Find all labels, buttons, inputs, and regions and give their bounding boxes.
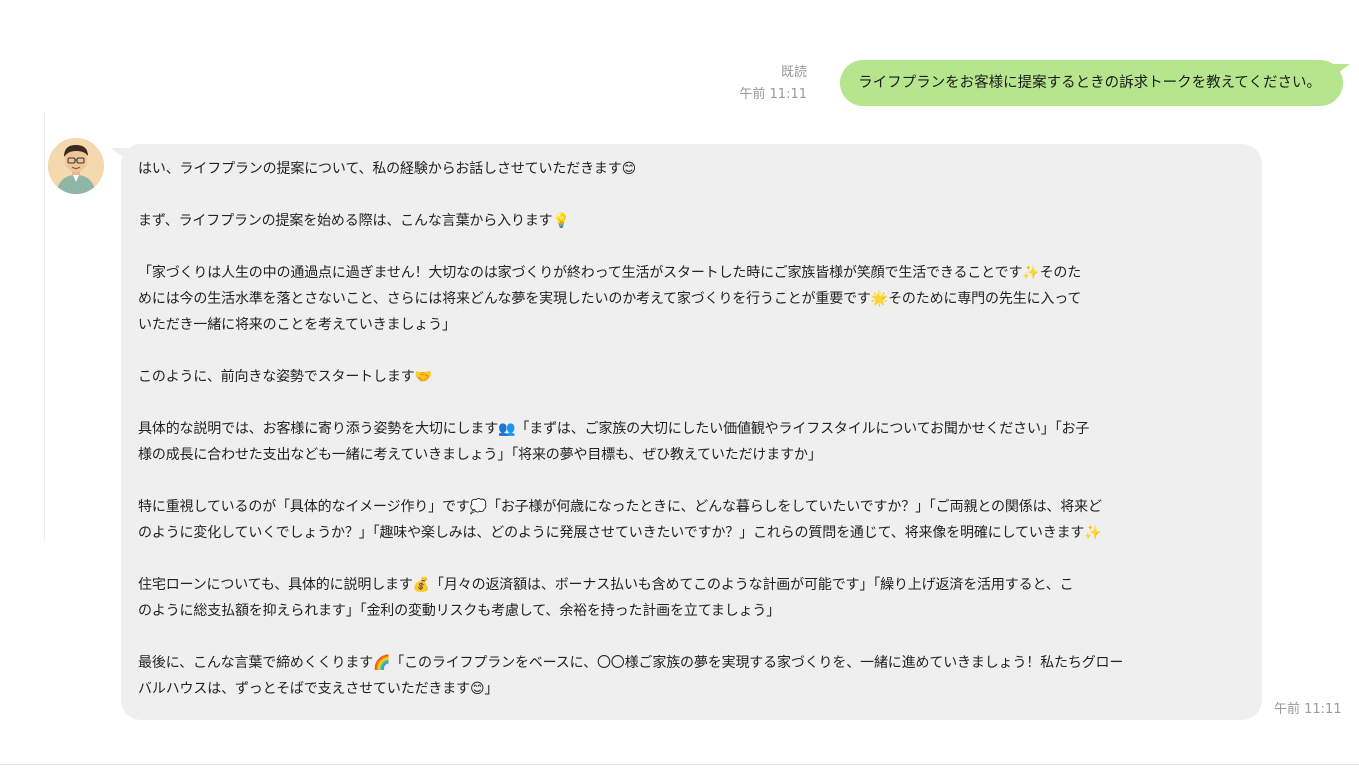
message-paragraph: 具体的な説明では、お客様に寄り添う姿勢を大切にします👥「まずは、ご家族の大切にし… xyxy=(138,421,1090,463)
message-paragraph: 特に重視しているのが「具体的なイメージ作り」です💭「お子様が何歳になったときに、… xyxy=(138,499,1102,541)
message-paragraph: 「家づくりは人生の中の通過点に過ぎません！大切なのは家づくりが終わって生活がスタ… xyxy=(138,265,1082,333)
outgoing-meta: 既読 午前 11:11 xyxy=(739,62,807,106)
incoming-timestamp: 午前 11:11 xyxy=(1274,702,1342,717)
message-paragraph: 最後に、こんな言葉で締めくくります🌈「このライフプランをベースに、〇〇様ご家族の… xyxy=(138,655,1124,697)
bottom-divider xyxy=(0,764,1359,765)
read-receipt: 既読 xyxy=(780,65,807,80)
incoming-message-bubble[interactable]: はい、ライフプランの提案について、私の経験からお話しさせていただきます😊 まず、… xyxy=(121,144,1262,720)
message-paragraph: 住宅ローンについても、具体的に説明します💰「月々の返済額は、ボーナス払いも含めて… xyxy=(138,577,1074,619)
outgoing-message-bubble[interactable]: ライフプランをお客様に提案するときの訴求トークを教えてください。 xyxy=(840,60,1343,106)
message-paragraph: はい、ライフプランの提案について、私の経験からお話しさせていただきます😊 xyxy=(138,161,637,177)
outgoing-timestamp: 午前 11:11 xyxy=(739,87,807,102)
person-avatar-icon[interactable] xyxy=(48,138,104,194)
message-paragraph: このように、前向きな姿勢でスタートします🤝 xyxy=(138,369,432,385)
left-divider xyxy=(44,112,45,542)
message-paragraph: まず、ライフプランの提案を始める際は、こんな言葉から入ります💡 xyxy=(138,213,570,229)
